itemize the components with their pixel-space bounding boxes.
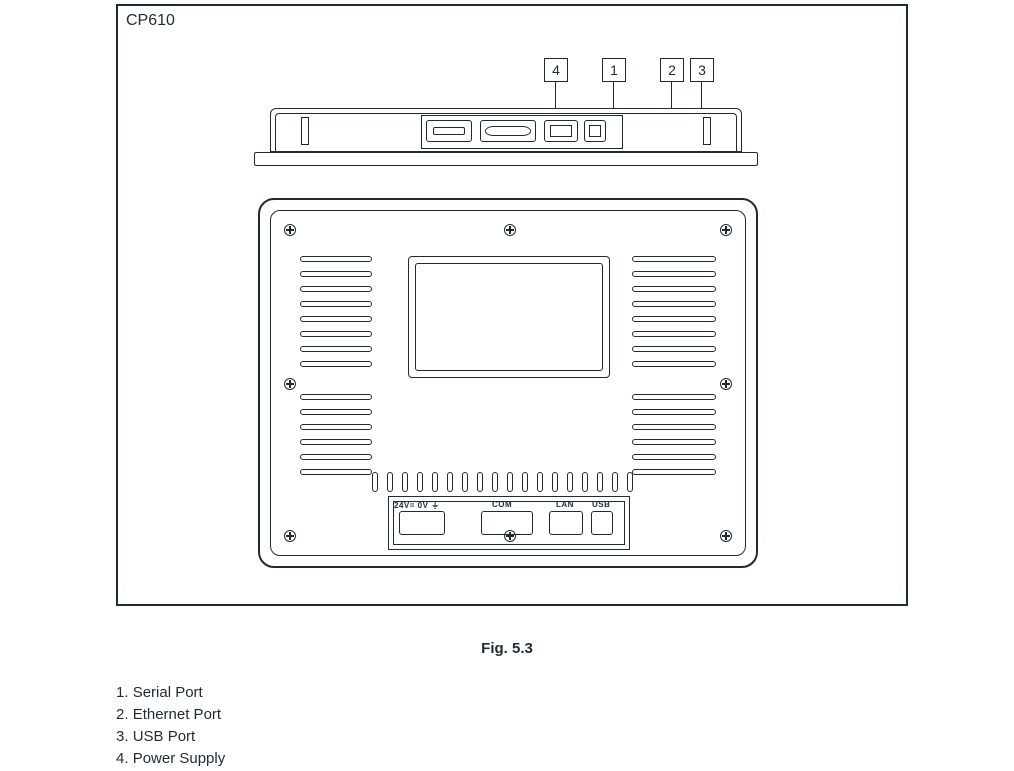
vent-slot <box>632 256 716 262</box>
vent-group <box>300 394 372 475</box>
rear-port-shelf <box>388 496 630 550</box>
vent-slot <box>507 472 513 492</box>
vent-slot <box>492 472 498 492</box>
top-body <box>270 108 742 152</box>
vent-slot <box>632 469 716 475</box>
vent-group <box>300 256 372 367</box>
legend-item: 4Power Supply <box>116 748 225 770</box>
callout-usb: 3 <box>690 58 714 82</box>
legend-text: USB Port <box>133 728 196 745</box>
vent-slot <box>582 472 588 492</box>
legend: 1Serial Port 2Ethernet Port 3USB Port 4P… <box>116 682 225 770</box>
vent-slot <box>632 454 716 460</box>
vent-slot <box>300 409 372 415</box>
vent-slot <box>552 472 558 492</box>
screw-icon <box>720 530 732 542</box>
screw-icon <box>504 224 516 236</box>
vent-slot <box>462 472 468 492</box>
top-base <box>254 152 758 166</box>
legend-number: 3 <box>116 728 133 745</box>
callout-power: 4 <box>544 58 568 82</box>
vent-slot <box>300 439 372 445</box>
shelf-serial-port-icon <box>481 511 533 535</box>
vent-slot <box>300 346 372 352</box>
device-rear-view: 24V= 0V ⏚ COM LAN USB <box>258 198 758 568</box>
shelf-lan-port-icon <box>549 511 583 535</box>
recessed-panel-inner <box>415 263 603 371</box>
port-tray <box>421 115 623 149</box>
vent-slot <box>300 271 372 277</box>
vent-group <box>632 394 716 475</box>
vent-slot <box>632 331 716 337</box>
vent-slot <box>567 472 573 492</box>
vent-slot <box>627 472 633 492</box>
legend-text: Ethernet Port <box>133 706 221 723</box>
vent-slot <box>300 424 372 430</box>
vent-slot <box>300 394 372 400</box>
recessed-panel <box>408 256 610 378</box>
vent-slot <box>300 301 372 307</box>
top-notch <box>301 117 309 145</box>
vent-slot <box>522 472 528 492</box>
vent-slot <box>432 472 438 492</box>
screw-icon <box>720 224 732 236</box>
vent-slot <box>632 301 716 307</box>
vent-slot <box>537 472 543 492</box>
legend-item: 1Serial Port <box>116 682 225 704</box>
drawing-frame: CP610 4 1 2 3 <box>116 4 908 606</box>
vent-slot <box>632 394 716 400</box>
vent-slot <box>372 472 378 492</box>
legend-number: 1 <box>116 684 133 701</box>
vent-slot <box>632 439 716 445</box>
callout-serial: 1 <box>602 58 626 82</box>
legend-number: 4 <box>116 750 133 767</box>
screw-icon <box>284 224 296 236</box>
vent-slot <box>300 256 372 262</box>
vent-slot <box>632 316 716 322</box>
vent-slot <box>300 454 372 460</box>
vent-slot <box>300 316 372 322</box>
vent-slot <box>632 361 716 367</box>
vent-slot <box>387 472 393 492</box>
figure-caption: Fig. 5.3 <box>0 640 1014 657</box>
vent-slot <box>300 331 372 337</box>
vent-slot <box>300 286 372 292</box>
device-top-view <box>254 104 758 166</box>
vent-group <box>372 472 633 492</box>
model-label: CP610 <box>126 12 175 30</box>
vent-slot <box>300 361 372 367</box>
vent-slot <box>402 472 408 492</box>
vent-slot <box>417 472 423 492</box>
page: CP610 4 1 2 3 <box>0 0 1014 771</box>
vent-group <box>632 256 716 367</box>
legend-number: 2 <box>116 706 133 723</box>
screw-icon <box>720 378 732 390</box>
legend-text: Serial Port <box>133 684 203 701</box>
legend-text: Power Supply <box>133 750 226 767</box>
power-port-icon <box>426 120 472 142</box>
shelf-usb-port-icon <box>591 511 613 535</box>
vent-slot <box>477 472 483 492</box>
shelf-power-port-icon <box>399 511 445 535</box>
vent-slot <box>300 469 372 475</box>
vent-slot <box>632 346 716 352</box>
legend-item: 2Ethernet Port <box>116 704 225 726</box>
usb-port-icon <box>584 120 606 142</box>
vent-slot <box>632 424 716 430</box>
ethernet-port-icon <box>544 120 578 142</box>
vent-slot <box>612 472 618 492</box>
legend-item: 3USB Port <box>116 726 225 748</box>
callout-ethernet: 2 <box>660 58 684 82</box>
screw-icon <box>284 530 296 542</box>
vent-slot <box>632 286 716 292</box>
vent-slot <box>447 472 453 492</box>
vent-slot <box>632 409 716 415</box>
top-notch <box>703 117 711 145</box>
vent-slot <box>597 472 603 492</box>
vent-slot <box>632 271 716 277</box>
serial-port-icon <box>480 120 536 142</box>
screw-icon <box>284 378 296 390</box>
